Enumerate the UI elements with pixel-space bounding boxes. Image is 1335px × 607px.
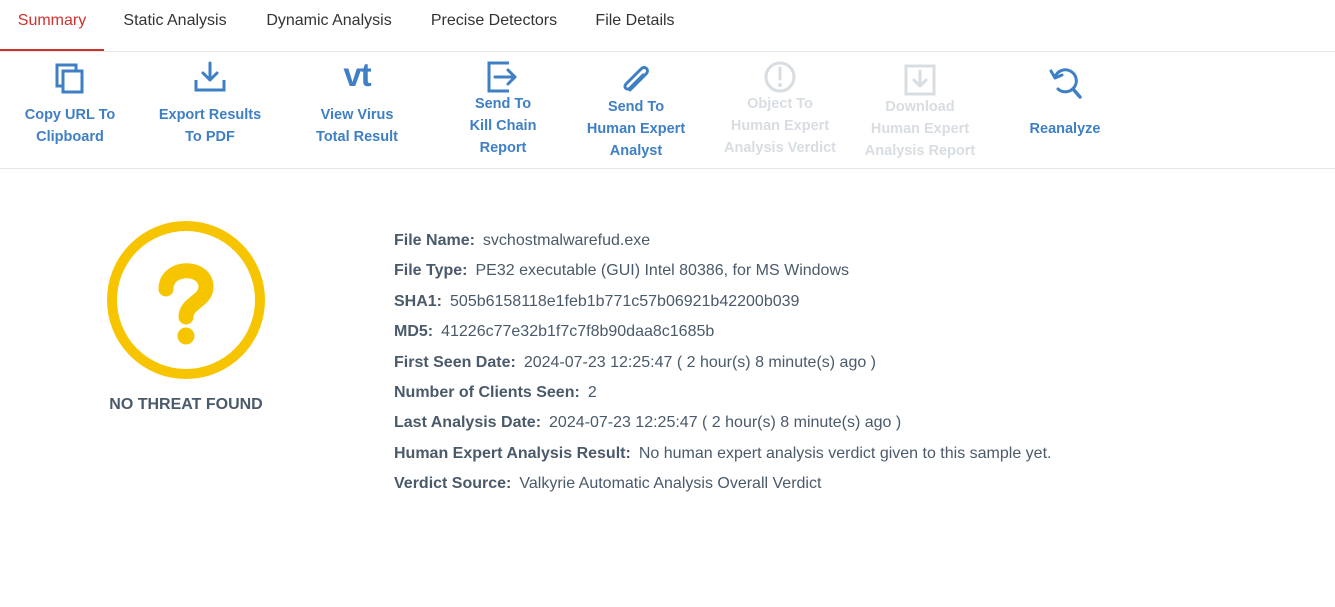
download-icon: [194, 61, 226, 92]
download-box-icon: [904, 64, 936, 96]
detail-row-file-type: File Type: PE32 executable (GUI) Intel 80…: [394, 262, 850, 280]
send-kill-chain-label: Send To Kill Chain Report: [469, 96, 537, 156]
detail-row-file-name: File Name: svchostmalwarefud.exe: [394, 232, 651, 249]
send-kill-chain-button[interactable]: Send To Kill Chain Report: [443, 52, 563, 168]
detail-row-first-seen: First Seen Date: 2024-07-23 12:25:47 ( 2 …: [394, 353, 877, 371]
file-details-list: File Name: svchostmalwarefud.exe File Typ…: [394, 229, 1051, 503]
tab-precise-detectors[interactable]: Precise Detectors: [412, 0, 576, 51]
export-pdf-button[interactable]: Export Results To PDF: [145, 52, 275, 168]
download-report-label: Download Human Expert Analysis Report: [864, 99, 976, 159]
view-virustotal-label: View Virus Total Result: [316, 107, 398, 145]
copy-icon: [55, 63, 84, 94]
send-human-expert-button[interactable]: Send To Human Expert Analyst: [571, 52, 701, 168]
action-toolbar: Copy URL To Clipboard Export Results To PD…: [0, 52, 1335, 169]
detail-row-verdict-source: Verdict Source: Valkyrie Automatic Analys…: [394, 475, 822, 493]
copy-url-label: Copy URL To Clipboard: [24, 107, 116, 145]
tab-file-details[interactable]: File Details: [576, 0, 694, 51]
tab-dynamic-analysis[interactable]: Dynamic Analysis: [246, 0, 412, 51]
object-verdict-label: Object To Human Expert Analysis Verdict: [723, 96, 837, 156]
reanalyze-icon: [1049, 68, 1082, 99]
question-circle-icon: [107, 221, 265, 379]
paperclip-icon: [623, 66, 649, 92]
reanalyze-button[interactable]: Reanalyze: [1005, 52, 1125, 168]
detail-row-clients-seen: Number of Clients Seen: 2: [394, 383, 597, 401]
send-human-expert-label: Send To Human Expert Analyst: [586, 99, 686, 159]
alert-circle-icon: [764, 61, 796, 93]
object-verdict-button[interactable]: Object To Human Expert Analysis Verdict: [715, 52, 845, 168]
detail-row-sha1: SHA1: 505b6158118e1feb1b771c57b06921b4220…: [394, 292, 800, 310]
tab-static-analysis[interactable]: Static Analysis: [104, 0, 246, 51]
export-pdf-label: Export Results To PDF: [158, 107, 262, 145]
verdict-label: NO THREAT FOUND: [109, 396, 263, 413]
send-arrow-icon: [487, 61, 517, 93]
copy-url-button[interactable]: Copy URL To Clipboard: [10, 52, 130, 168]
view-virustotal-button[interactable]: vt View Virus Total Result: [297, 52, 417, 168]
detail-row-last-analysis: Last Analysis Date: 2024-07-23 12:25:47 (…: [394, 414, 902, 432]
reanalyze-label: Reanalyze: [1029, 121, 1101, 137]
detail-row-human-expert-result: Human Expert Analysis Result: No human ex…: [394, 444, 1052, 462]
tab-bar: Summary Static Analysis Dynamic Analysis…: [0, 0, 1335, 52]
detail-row-md5: MD5: 41226c77e32b1f7c7f8b90daa8c1685b: [394, 323, 715, 341]
download-report-button[interactable]: Download Human Expert Analysis Report: [855, 52, 985, 168]
virustotal-icon: vt: [343, 56, 371, 93]
tab-summary[interactable]: Summary: [0, 0, 104, 51]
